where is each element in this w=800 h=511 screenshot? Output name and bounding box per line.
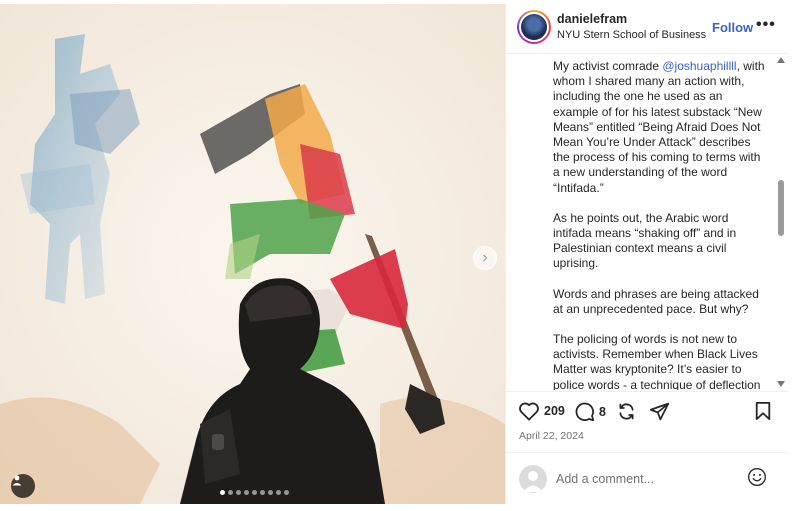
like-group: 209 [518, 401, 565, 421]
mention-link[interactable]: @joshuaphillll [662, 59, 736, 73]
share-icon[interactable] [649, 401, 670, 422]
emoji-icon [748, 468, 766, 486]
comment-icon[interactable] [574, 401, 595, 422]
post-date[interactable]: April 22, 2024 [519, 430, 584, 442]
caption-paragraph: Words and phrases are being attacked at … [553, 286, 759, 316]
caption-scrollbar[interactable] [776, 55, 786, 390]
username-link[interactable]: danielefram [557, 12, 627, 26]
chevron-right-icon: › [482, 249, 488, 266]
carousel-dot [236, 490, 241, 495]
comment-group: 8 [574, 401, 606, 422]
carousel-dot [252, 490, 257, 495]
like-count[interactable]: 209 [544, 404, 565, 418]
comment-count[interactable]: 8 [599, 405, 606, 419]
carousel-dot [228, 490, 233, 495]
follow-button[interactable]: Follow [712, 20, 753, 35]
carousel-dot [244, 490, 249, 495]
location-link[interactable]: NYU Stern School of Business [557, 29, 706, 41]
caption-text-run: , with whom I shared many an action with… [553, 59, 765, 195]
scroll-down-arrow[interactable] [777, 381, 785, 387]
comment-composer: Add a comment... [506, 452, 789, 504]
instagram-post-window: › danielefram NYU Stern School of Busine… [0, 0, 800, 511]
caption-text-run: My activist comrade [553, 59, 663, 73]
emoji-button[interactable] [747, 467, 767, 492]
heart-icon[interactable] [518, 401, 540, 421]
user-tag-icon [12, 475, 22, 486]
carousel-dot [220, 490, 225, 495]
scroll-up-arrow[interactable] [777, 57, 785, 63]
post-media[interactable]: › [0, 4, 505, 504]
post-detail-panel: danielefram NYU Stern School of Business… [505, 4, 789, 504]
repost-icon[interactable] [616, 401, 637, 422]
post-photo [0, 4, 505, 504]
carousel-dot [268, 490, 273, 495]
carousel-indicator [220, 490, 289, 495]
comment-input[interactable]: Add a comment... [556, 472, 654, 486]
caption-paragraph: As he points out, the Arabic word intifa… [553, 210, 737, 271]
caption-text: My activist comrade @joshuaphillll, with… [553, 59, 768, 390]
tagged-users-button[interactable] [11, 474, 35, 498]
more-options-button[interactable]: ••• [756, 16, 776, 34]
caption-paragraph: The policing of words is not new to acti… [553, 332, 761, 390]
current-user-avatar [519, 465, 547, 493]
caption-area[interactable]: My activist comrade @joshuaphillll, with… [506, 55, 789, 390]
action-bar: 209 8 April 22, 2024 [506, 391, 789, 451]
bookmark-icon[interactable] [754, 401, 772, 421]
carousel-dot [260, 490, 265, 495]
default-avatar-icon [523, 471, 543, 492]
carousel-dot [276, 490, 281, 495]
share-group [649, 401, 670, 422]
carousel-next-button[interactable]: › [473, 246, 497, 270]
scroll-thumb[interactable] [778, 180, 784, 236]
repost-group [616, 401, 637, 422]
save-group [754, 401, 772, 421]
post-header: danielefram NYU Stern School of Business… [506, 4, 789, 54]
carousel-dot [284, 490, 289, 495]
avatar[interactable] [517, 10, 551, 44]
caption-paragraph: My activist comrade @joshuaphillll, with… [553, 59, 768, 196]
